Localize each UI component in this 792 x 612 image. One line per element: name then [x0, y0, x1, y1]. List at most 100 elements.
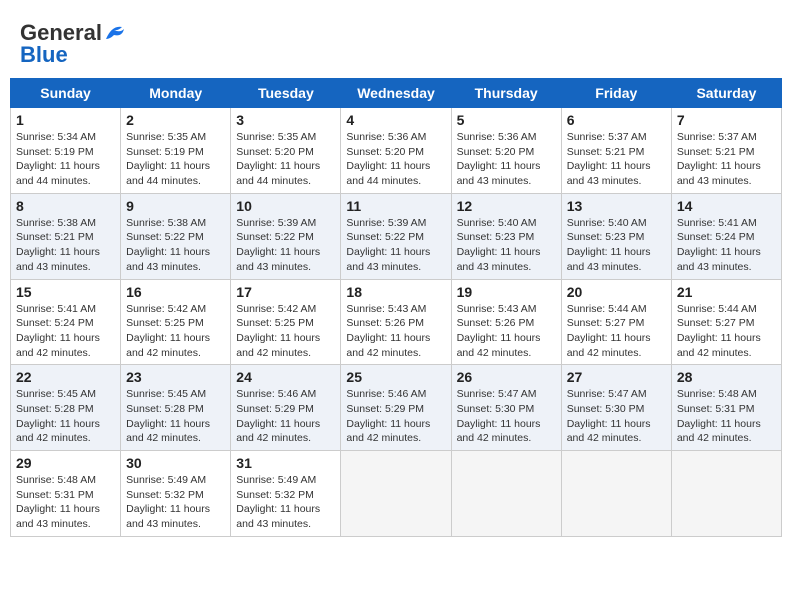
day-info: Sunrise: 5:48 AMSunset: 5:31 PMDaylight:…	[16, 473, 115, 532]
day-info: Sunrise: 5:47 AMSunset: 5:30 PMDaylight:…	[457, 387, 556, 446]
day-info: Sunrise: 5:38 AMSunset: 5:21 PMDaylight:…	[16, 216, 115, 275]
table-row: 13Sunrise: 5:40 AMSunset: 5:23 PMDayligh…	[561, 193, 671, 279]
day-info: Sunrise: 5:46 AMSunset: 5:29 PMDaylight:…	[346, 387, 445, 446]
table-row: 17 Sunrise: 5:42 AMSunset: 5:25 PMDayligh…	[231, 279, 341, 365]
day-number: 2	[126, 112, 225, 128]
table-row: 27 Sunrise: 5:47 AMSunset: 5:30 PMDayligh…	[561, 365, 671, 451]
table-row	[451, 451, 561, 537]
table-row: 2 Sunrise: 5:35 AMSunset: 5:19 PMDaylight…	[121, 108, 231, 194]
day-info: Sunrise: 5:41 AMSunset: 5:24 PMDaylight:…	[677, 216, 776, 275]
day-number: 3	[236, 112, 335, 128]
day-number: 1	[16, 112, 115, 128]
day-number: 20	[567, 284, 666, 300]
table-row: 30 Sunrise: 5:49 AMSunset: 5:32 PMDayligh…	[121, 451, 231, 537]
day-number: 24	[236, 369, 335, 385]
day-number: 15	[16, 284, 115, 300]
day-info: Sunrise: 5:37 AMSunset: 5:21 PMDaylight:…	[677, 130, 776, 189]
logo-blue: Blue	[20, 42, 68, 68]
table-row: 22Sunrise: 5:45 AMSunset: 5:28 PMDayligh…	[11, 365, 121, 451]
day-info: Sunrise: 5:44 AMSunset: 5:27 PMDaylight:…	[567, 302, 666, 361]
day-number: 14	[677, 198, 776, 214]
week-row-5: 29 Sunrise: 5:48 AMSunset: 5:31 PMDayligh…	[11, 451, 782, 537]
table-row: 9 Sunrise: 5:38 AMSunset: 5:22 PMDaylight…	[121, 193, 231, 279]
table-row: 10 Sunrise: 5:39 AMSunset: 5:22 PMDayligh…	[231, 193, 341, 279]
day-info: Sunrise: 5:34 AMSunset: 5:19 PMDaylight:…	[16, 130, 115, 189]
day-info: Sunrise: 5:36 AMSunset: 5:20 PMDaylight:…	[346, 130, 445, 189]
day-info: Sunrise: 5:47 AMSunset: 5:30 PMDaylight:…	[567, 387, 666, 446]
day-number: 8	[16, 198, 115, 214]
table-row: 21 Sunrise: 5:44 AMSunset: 5:27 PMDayligh…	[671, 279, 781, 365]
table-row: 8 Sunrise: 5:38 AMSunset: 5:21 PMDaylight…	[11, 193, 121, 279]
table-row: 26 Sunrise: 5:47 AMSunset: 5:30 PMDayligh…	[451, 365, 561, 451]
page-header: General Blue	[10, 10, 782, 73]
table-row: 23 Sunrise: 5:45 AMSunset: 5:28 PMDayligh…	[121, 365, 231, 451]
table-row: 3 Sunrise: 5:35 AMSunset: 5:20 PMDaylight…	[231, 108, 341, 194]
day-info: Sunrise: 5:35 AMSunset: 5:19 PMDaylight:…	[126, 130, 225, 189]
day-info: Sunrise: 5:43 AMSunset: 5:26 PMDaylight:…	[346, 302, 445, 361]
day-info: Sunrise: 5:41 AMSunset: 5:24 PMDaylight:…	[16, 302, 115, 361]
table-row: 14 Sunrise: 5:41 AMSunset: 5:24 PMDayligh…	[671, 193, 781, 279]
week-row-4: 22Sunrise: 5:45 AMSunset: 5:28 PMDayligh…	[11, 365, 782, 451]
table-row: 4 Sunrise: 5:36 AMSunset: 5:20 PMDaylight…	[341, 108, 451, 194]
table-row: 29 Sunrise: 5:48 AMSunset: 5:31 PMDayligh…	[11, 451, 121, 537]
day-number: 27	[567, 369, 666, 385]
table-row	[341, 451, 451, 537]
header-thursday: Thursday	[451, 79, 561, 108]
day-info: Sunrise: 5:44 AMSunset: 5:27 PMDaylight:…	[677, 302, 776, 361]
day-info: Sunrise: 5:39 AMSunset: 5:22 PMDaylight:…	[346, 216, 445, 275]
day-info: Sunrise: 5:36 AMSunset: 5:20 PMDaylight:…	[457, 130, 556, 189]
day-number: 4	[346, 112, 445, 128]
day-info: Sunrise: 5:35 AMSunset: 5:20 PMDaylight:…	[236, 130, 335, 189]
table-row: 20 Sunrise: 5:44 AMSunset: 5:27 PMDayligh…	[561, 279, 671, 365]
table-row: 12Sunrise: 5:40 AMSunset: 5:23 PMDayligh…	[451, 193, 561, 279]
logo-bird-icon	[104, 23, 126, 41]
day-info: Sunrise: 5:49 AMSunset: 5:32 PMDaylight:…	[236, 473, 335, 532]
day-number: 30	[126, 455, 225, 471]
table-row: 15 Sunrise: 5:41 AMSunset: 5:24 PMDayligh…	[11, 279, 121, 365]
table-row	[671, 451, 781, 537]
day-info: Sunrise: 5:43 AMSunset: 5:26 PMDaylight:…	[457, 302, 556, 361]
header-sunday: Sunday	[11, 79, 121, 108]
day-number: 25	[346, 369, 445, 385]
day-info: Sunrise: 5:42 AMSunset: 5:25 PMDaylight:…	[236, 302, 335, 361]
day-number: 23	[126, 369, 225, 385]
day-number: 17	[236, 284, 335, 300]
header-saturday: Saturday	[671, 79, 781, 108]
day-info: Sunrise: 5:49 AMSunset: 5:32 PMDaylight:…	[126, 473, 225, 532]
day-info: Sunrise: 5:46 AMSunset: 5:29 PMDaylight:…	[236, 387, 335, 446]
table-row	[561, 451, 671, 537]
day-number: 12	[457, 198, 556, 214]
table-row: 19 Sunrise: 5:43 AMSunset: 5:26 PMDayligh…	[451, 279, 561, 365]
day-info: Sunrise: 5:39 AMSunset: 5:22 PMDaylight:…	[236, 216, 335, 275]
day-number: 21	[677, 284, 776, 300]
day-number: 7	[677, 112, 776, 128]
day-number: 9	[126, 198, 225, 214]
day-number: 29	[16, 455, 115, 471]
day-number: 19	[457, 284, 556, 300]
day-info: Sunrise: 5:45 AMSunset: 5:28 PMDaylight:…	[16, 387, 115, 446]
table-row: 25 Sunrise: 5:46 AMSunset: 5:29 PMDayligh…	[341, 365, 451, 451]
header-friday: Friday	[561, 79, 671, 108]
day-number: 31	[236, 455, 335, 471]
table-row: 18Sunrise: 5:43 AMSunset: 5:26 PMDayligh…	[341, 279, 451, 365]
week-row-1: 1 Sunrise: 5:34 AMSunset: 5:19 PMDaylight…	[11, 108, 782, 194]
day-number: 10	[236, 198, 335, 214]
logo: General Blue	[20, 20, 126, 68]
table-row: 1 Sunrise: 5:34 AMSunset: 5:19 PMDaylight…	[11, 108, 121, 194]
header-tuesday: Tuesday	[231, 79, 341, 108]
day-info: Sunrise: 5:48 AMSunset: 5:31 PMDaylight:…	[677, 387, 776, 446]
weekday-header-row: Sunday Monday Tuesday Wednesday Thursday…	[11, 79, 782, 108]
table-row: 6Sunrise: 5:37 AMSunset: 5:21 PMDaylight…	[561, 108, 671, 194]
day-info: Sunrise: 5:40 AMSunset: 5:23 PMDaylight:…	[567, 216, 666, 275]
day-number: 5	[457, 112, 556, 128]
day-number: 16	[126, 284, 225, 300]
table-row: 24 Sunrise: 5:46 AMSunset: 5:29 PMDayligh…	[231, 365, 341, 451]
day-info: Sunrise: 5:38 AMSunset: 5:22 PMDaylight:…	[126, 216, 225, 275]
table-row: 5 Sunrise: 5:36 AMSunset: 5:20 PMDaylight…	[451, 108, 561, 194]
header-monday: Monday	[121, 79, 231, 108]
table-row: 16Sunrise: 5:42 AMSunset: 5:25 PMDayligh…	[121, 279, 231, 365]
day-number: 26	[457, 369, 556, 385]
day-number: 6	[567, 112, 666, 128]
table-row: 31 Sunrise: 5:49 AMSunset: 5:32 PMDayligh…	[231, 451, 341, 537]
day-info: Sunrise: 5:45 AMSunset: 5:28 PMDaylight:…	[126, 387, 225, 446]
